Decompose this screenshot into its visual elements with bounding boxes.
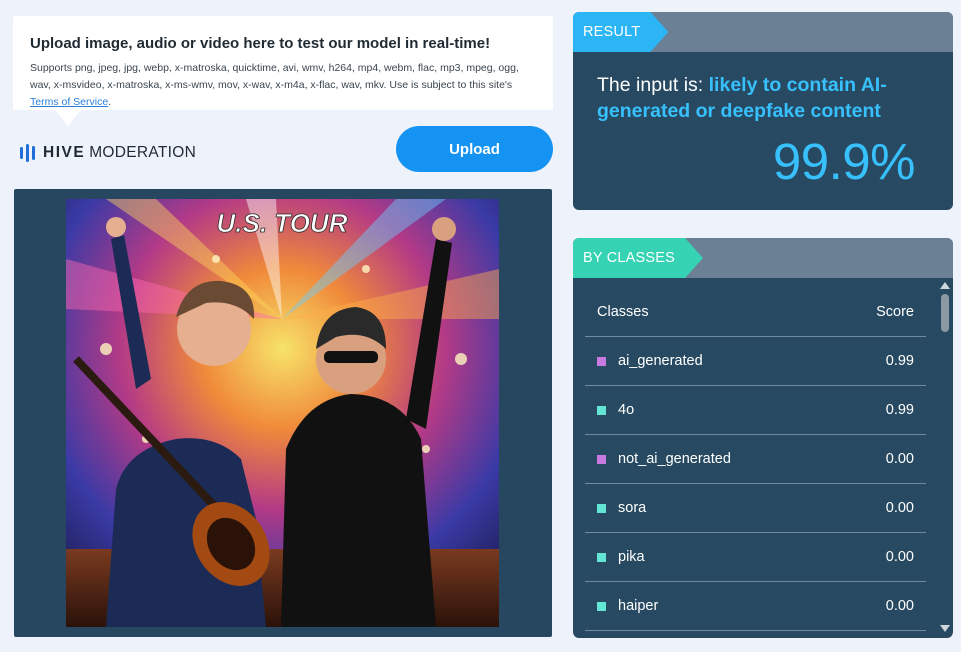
terms-suffix: . (108, 96, 112, 108)
class-color-swatch (597, 552, 606, 562)
classes-table: Classes Score ai_generated 0.99 4o 0.99 … (585, 288, 926, 631)
result-prefix: The input is: (597, 74, 709, 96)
table-row: pika 0.00 (585, 533, 926, 582)
uploaded-image: U.S. TOUR (66, 199, 499, 627)
supported-formats-text: Supports png, jpeg, jpg, webp, x-matrosk… (30, 60, 536, 111)
class-name: ai_generated (618, 353, 703, 369)
hive-moderation-logo: HIVE MODERATION (20, 144, 196, 162)
class-color-swatch (597, 503, 606, 513)
class-score: 0.99 (885, 353, 914, 369)
formats-list: Supports png, jpeg, jpg, webp, x-matrosk… (30, 62, 519, 91)
class-score: 0.00 (885, 598, 914, 614)
terms-of-service-link[interactable]: Terms of Service (30, 96, 108, 108)
brand-name: HIVE MODERATION (43, 144, 196, 162)
hive-bars-icon (20, 144, 35, 162)
upload-button[interactable]: Upload (396, 126, 553, 172)
concert-image: U.S. TOUR (66, 199, 499, 627)
class-score: 0.00 (885, 549, 914, 565)
scroll-down-arrow-icon[interactable] (940, 625, 950, 632)
table-header-row: Classes Score (585, 288, 926, 337)
table-row: not_ai_generated 0.00 (585, 435, 926, 484)
upload-info-card: Upload image, audio or video here to tes… (13, 16, 553, 126)
poster-title: U.S. TOUR (217, 208, 348, 238)
result-panel-header: RESULT (573, 12, 953, 52)
result-verdict: The input is: likely to contain AI-gener… (597, 72, 917, 124)
table-row: sora 0.00 (585, 484, 926, 533)
column-header-classes: Classes (597, 304, 649, 320)
class-color-swatch (597, 356, 606, 366)
classes-panel-header: BY CLASSES (573, 238, 953, 278)
classes-scrollbar[interactable] (939, 280, 951, 636)
scroll-thumb[interactable] (941, 294, 949, 332)
class-color-swatch (597, 601, 606, 611)
result-panel: RESULT The input is: likely to contain A… (573, 12, 953, 210)
result-tag: RESULT (573, 12, 668, 52)
class-name: not_ai_generated (618, 451, 731, 467)
brand-name-rest: MODERATION (89, 144, 197, 161)
class-score: 0.00 (885, 451, 914, 467)
result-score: 99.9% (772, 133, 916, 190)
class-score: 0.99 (885, 402, 914, 418)
class-name: pika (618, 549, 645, 565)
classes-panel: BY CLASSES Classes Score ai_generated 0.… (573, 238, 953, 638)
classes-tag: BY CLASSES (573, 238, 703, 278)
column-header-score: Score (876, 304, 914, 320)
media-preview-frame: U.S. TOUR (14, 189, 552, 637)
class-color-swatch (597, 454, 606, 464)
table-row: ai_generated 0.99 (585, 337, 926, 386)
table-row: haiper 0.00 (585, 582, 926, 631)
class-score: 0.00 (885, 500, 914, 516)
table-row: 4o 0.99 (585, 386, 926, 435)
scroll-up-arrow-icon[interactable] (940, 282, 950, 289)
upload-title: Upload image, audio or video here to tes… (30, 35, 491, 52)
class-name: 4o (618, 402, 635, 418)
class-name: haiper (618, 598, 659, 614)
brand-name-bold: HIVE (43, 144, 86, 161)
class-color-swatch (597, 405, 606, 415)
class-name: sora (618, 500, 647, 516)
